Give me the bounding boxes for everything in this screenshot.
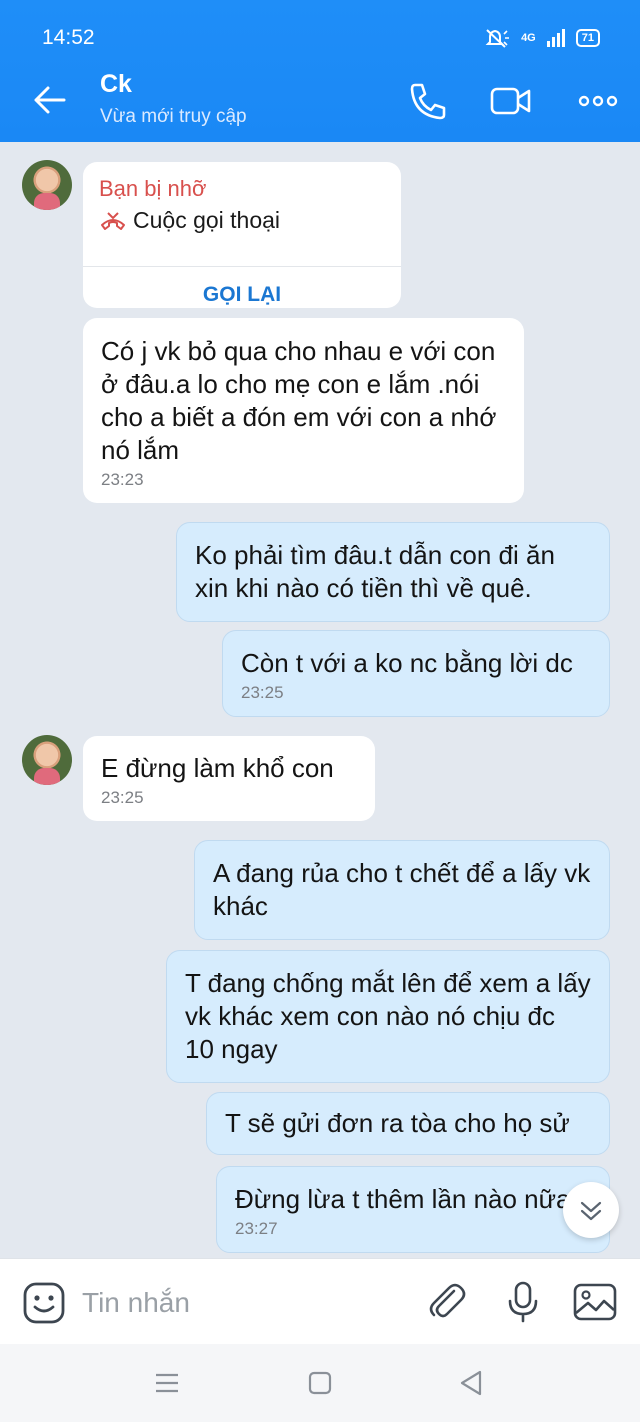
contact-avatar[interactable] bbox=[22, 735, 72, 785]
system-nav-bar bbox=[0, 1344, 640, 1422]
message-text: Có j vk bỏ qua cho nhau e với con ở đâu.… bbox=[101, 336, 497, 465]
missed-call-type: Cuộc gọi thoại bbox=[133, 207, 281, 233]
message-list[interactable]: Bạn bị nhỡ Cuộc gọi thoại GỌI LẠI Có j v… bbox=[0, 142, 640, 1258]
home-icon[interactable] bbox=[305, 1368, 335, 1398]
microphone-icon[interactable] bbox=[500, 1279, 546, 1325]
message-composer bbox=[0, 1258, 640, 1344]
network-type: 4G bbox=[521, 32, 536, 44]
message-sent[interactable]: Đừng lừa t thêm lần nào nữa 23:27 bbox=[216, 1166, 610, 1253]
status-bar: 14:52 4G 71 bbox=[0, 0, 640, 60]
image-icon[interactable] bbox=[572, 1279, 618, 1325]
message-input[interactable] bbox=[82, 1281, 382, 1325]
message-sent[interactable]: T đang chống mắt lên để xem a lấy vk khá… bbox=[166, 950, 610, 1083]
paperclip-icon[interactable] bbox=[424, 1279, 470, 1325]
signal-icon bbox=[546, 29, 565, 47]
message-time: 23:25 bbox=[101, 788, 144, 807]
message-sent[interactable]: Còn t với a ko nc bằng lời dc 23:25 bbox=[222, 630, 610, 717]
missed-call-icon bbox=[101, 211, 125, 230]
message-text: E đừng làm khổ con bbox=[101, 753, 334, 783]
call-back-button[interactable]: GỌI LẠI bbox=[83, 266, 401, 308]
message-sent[interactable]: T sẽ gửi đơn ra tòa cho họ sử bbox=[206, 1092, 610, 1155]
message-time: 23:23 bbox=[101, 470, 144, 489]
message-time: 23:25 bbox=[241, 683, 284, 702]
missed-call-title: Bạn bị nhỡ bbox=[99, 176, 207, 201]
message-text: Đừng lừa t thêm lần nào nữa bbox=[235, 1184, 571, 1214]
message-text: Ko phải tìm đâu.t dẫn con đi ăn xin khi … bbox=[195, 540, 555, 603]
chat-header: 14:52 4G 71 Ck Vừa mới truy cập bbox=[0, 0, 640, 142]
message-received[interactable]: Có j vk bỏ qua cho nhau e với con ở đâu.… bbox=[83, 318, 524, 503]
message-received[interactable]: E đừng làm khổ con 23:25 bbox=[83, 736, 375, 821]
sticker-icon[interactable] bbox=[22, 1281, 66, 1325]
more-options-icon[interactable] bbox=[576, 78, 622, 124]
contact-status: Vừa mới truy cập bbox=[100, 106, 247, 127]
mute-icon bbox=[485, 29, 510, 48]
message-text: T đang chống mắt lên để xem a lấy vk khá… bbox=[185, 968, 591, 1064]
status-icons: 4G 71 bbox=[485, 28, 600, 48]
message-time: 23:27 bbox=[235, 1219, 278, 1238]
contact-name[interactable]: Ck bbox=[100, 70, 132, 99]
contact-avatar[interactable] bbox=[22, 160, 72, 210]
message-sent[interactable]: Ko phải tìm đâu.t dẫn con đi ăn xin khi … bbox=[176, 522, 610, 622]
message-text: A đang rủa cho t chết để a lấy vk khác bbox=[213, 858, 591, 921]
missed-call-card: Bạn bị nhỡ Cuộc gọi thoại GỌI LẠI bbox=[83, 162, 401, 308]
back-icon[interactable] bbox=[456, 1368, 486, 1398]
back-arrow-icon[interactable] bbox=[30, 80, 70, 120]
missed-call-subtitle: Cuộc gọi thoại bbox=[99, 207, 280, 234]
message-text: Còn t với a ko nc bằng lời dc bbox=[241, 648, 573, 678]
scroll-down-chevron-icon[interactable] bbox=[563, 1182, 619, 1238]
message-text: T sẽ gửi đơn ra tòa cho họ sử bbox=[225, 1108, 570, 1138]
phone-icon[interactable] bbox=[406, 78, 452, 124]
video-call-icon[interactable] bbox=[488, 78, 534, 124]
status-time: 14:52 bbox=[42, 26, 95, 49]
battery-indicator: 71 bbox=[575, 29, 600, 47]
recent-apps-icon[interactable] bbox=[152, 1368, 182, 1398]
message-sent[interactable]: A đang rủa cho t chết để a lấy vk khác bbox=[194, 840, 610, 940]
